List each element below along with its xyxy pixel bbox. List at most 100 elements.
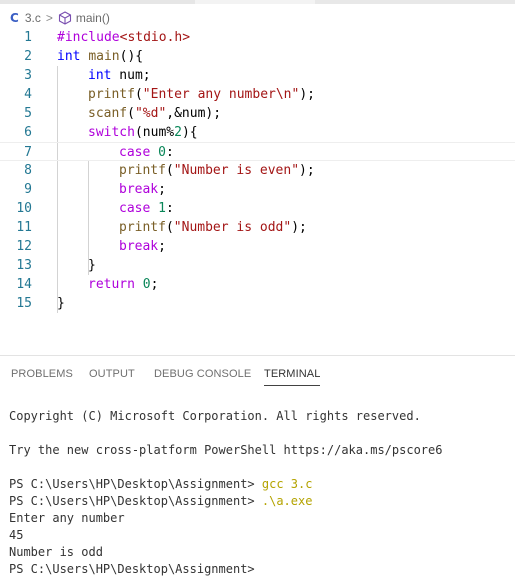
breadcrumb-separator: > <box>45 11 53 25</box>
line-code: } <box>88 256 96 275</box>
breadcrumb: C 3.c > main() <box>10 9 110 27</box>
code-line[interactable]: 3 int num; <box>0 66 515 85</box>
line-code: printf("Number is even"); <box>119 161 315 180</box>
line-code: printf("Enter any number\n"); <box>88 85 315 104</box>
code-token: ){ <box>181 125 198 140</box>
tab-problems[interactable]: PROBLEMS <box>11 368 73 385</box>
terminal-line: PS C:\Users\HP\Desktop\Assignment> gcc 3… <box>9 476 509 493</box>
tab-terminal[interactable]: TERMINAL <box>264 368 321 386</box>
breadcrumb-file[interactable]: 3.c <box>25 11 41 25</box>
code-token: "%d" <box>134 106 167 121</box>
terminal-text: PS C:\Users\HP\Desktop\Assignment> <box>9 562 262 576</box>
panel-tabs: PROBLEMS OUTPUT DEBUG CONSOLE TERMINAL <box>0 356 515 392</box>
code-line[interactable]: 9 break; <box>0 180 515 199</box>
terminal-line: Enter any number <box>9 510 509 527</box>
code-line[interactable]: 11 printf("Number is odd"); <box>0 218 515 237</box>
code-line[interactable]: 1 #include<stdio.h> <box>0 28 515 47</box>
tab-strip-rest <box>315 0 515 4</box>
code-token: "Enter any number\n" <box>142 87 300 102</box>
code-token: ); <box>291 220 307 235</box>
code-token: break <box>119 182 159 197</box>
code-token: printf <box>119 163 166 178</box>
line-number: 3 <box>24 68 32 83</box>
code-line[interactable]: 8 printf("Number is even"); <box>0 161 515 180</box>
breadcrumb-symbol[interactable]: main() <box>76 11 110 25</box>
line-number: 6 <box>24 125 32 140</box>
code-token: ); <box>299 163 315 178</box>
terminal-text: Number is odd <box>9 545 103 559</box>
line-code: break; <box>119 237 166 256</box>
code-line[interactable]: 10 case 1: <box>0 199 515 218</box>
code-token: "Number is odd" <box>173 220 292 235</box>
terminal-text: 45 <box>9 528 24 542</box>
line-code: return 0; <box>88 275 158 294</box>
code-line[interactable]: 7 case 0: <box>0 142 515 161</box>
code-token: : <box>165 201 174 216</box>
code-line[interactable]: 13} <box>0 256 515 275</box>
terminal-command: .\a.exe <box>261 494 313 508</box>
line-code: int main(){ <box>57 47 143 66</box>
line-code: int num; <box>88 66 151 85</box>
code-token: "Number is even" <box>173 163 300 178</box>
code-token: int <box>57 49 81 64</box>
code-token: num; <box>111 68 151 83</box>
code-token: return <box>88 277 135 292</box>
code-token: 0 <box>158 145 166 160</box>
line-number: 9 <box>24 182 32 197</box>
tab-debug-console[interactable]: DEBUG CONSOLE <box>154 368 251 385</box>
code-token: } <box>57 296 65 311</box>
code-token: case <box>119 201 151 216</box>
code-token: ; <box>158 239 166 254</box>
line-number: 13 <box>16 258 32 273</box>
code-token: <stdio.h> <box>119 30 191 45</box>
code-token: (){ <box>119 49 144 64</box>
terminal-text: Copyright (C) Microsoft Corporation. All… <box>9 409 421 423</box>
line-code: case 1: <box>119 199 174 218</box>
code-line[interactable]: 15} <box>0 294 515 313</box>
terminal-line: PS C:\Users\HP\Desktop\Assignment> .\a.e… <box>9 493 509 510</box>
line-code: switch(num%2){ <box>88 123 198 142</box>
terminal-line: PS C:\Users\HP\Desktop\Assignment> <box>9 561 509 578</box>
code-token: 2 <box>174 125 182 140</box>
code-token: ( <box>134 87 143 102</box>
code-line[interactable]: 14 return 0; <box>0 275 515 294</box>
terminal-line: Try the new cross-platform PowerShell ht… <box>9 442 509 459</box>
code-token: ( <box>165 220 174 235</box>
code-line[interactable]: 12 break; <box>0 237 515 256</box>
code-token: printf <box>88 87 135 102</box>
title-bar-strip <box>0 0 515 4</box>
tab-gap <box>195 0 315 4</box>
code-token: main <box>88 49 120 64</box>
code-token: case <box>119 145 151 160</box>
terminal-text: Try the new cross-platform PowerShell ht… <box>9 443 443 457</box>
code-editor[interactable]: 1 #include<stdio.h> 2 int main(){3 int num; 4… <box>0 28 515 328</box>
cube-icon <box>58 11 72 25</box>
bottom-panel: PROBLEMS OUTPUT DEBUG CONSOLE TERMINAL C… <box>0 355 515 576</box>
line-number: 5 <box>24 106 32 121</box>
code-line[interactable]: 4 printf("Enter any number\n"); <box>0 85 515 104</box>
code-token: #include <box>57 30 120 45</box>
line-number: 12 <box>16 239 32 254</box>
code-line[interactable]: 2 int main(){ <box>0 47 515 66</box>
code-token: ; <box>158 182 166 197</box>
code-token: int <box>88 68 112 83</box>
line-number: 1 <box>24 30 32 45</box>
terminal-text: PS C:\Users\HP\Desktop\Assignment> <box>9 494 262 508</box>
line-code: #include<stdio.h> <box>57 28 190 47</box>
code-line[interactable]: 5 scanf("%d",&num); <box>0 104 515 123</box>
terminal-output[interactable]: Copyright (C) Microsoft Corporation. All… <box>9 408 509 578</box>
code-token: 1 <box>158 201 166 216</box>
code-token: : <box>165 145 174 160</box>
line-number: 2 <box>24 49 32 64</box>
line-code: break; <box>119 180 166 199</box>
code-token: 0 <box>142 277 151 292</box>
terminal-line: Number is odd <box>9 544 509 561</box>
line-code: case 0: <box>119 143 174 162</box>
tab-output[interactable]: OUTPUT <box>89 368 135 385</box>
code-line[interactable]: 6 switch(num%2){ <box>0 123 515 142</box>
editor-tab-strip[interactable] <box>0 0 195 4</box>
